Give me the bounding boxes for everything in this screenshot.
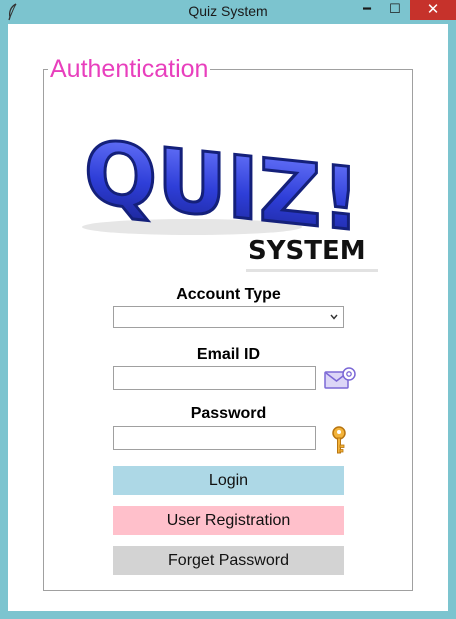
- account-type-label: Account Type: [176, 286, 281, 303]
- password-field[interactable]: [113, 426, 316, 450]
- login-button[interactable]: Login: [113, 466, 344, 495]
- quiz-system-logo: QUIZ! SYSTEM: [82, 121, 378, 272]
- minimize-button[interactable]: ━: [354, 0, 380, 20]
- chevron-down-icon: [330, 314, 338, 320]
- email-label: Email ID: [196, 346, 261, 363]
- account-type-select[interactable]: [113, 306, 344, 328]
- forget-password-button[interactable]: Forget Password: [113, 546, 344, 575]
- password-label: Password: [190, 405, 267, 422]
- close-button[interactable]: ✕: [410, 0, 456, 20]
- window-client: Authentication QUIZ! SYSTEM Account Type…: [8, 24, 448, 611]
- user-registration-button[interactable]: User Registration: [113, 506, 344, 535]
- email-field[interactable]: [113, 366, 316, 390]
- maximize-button[interactable]: ☐: [382, 0, 408, 20]
- email-envelope-icon: [324, 367, 356, 389]
- logo-system-text: SYSTEM: [248, 236, 366, 266]
- key-icon: [332, 426, 346, 454]
- authentication-legend: Authentication: [48, 55, 211, 83]
- title-bar[interactable]: Quiz System ━ ☐ ✕: [0, 0, 456, 24]
